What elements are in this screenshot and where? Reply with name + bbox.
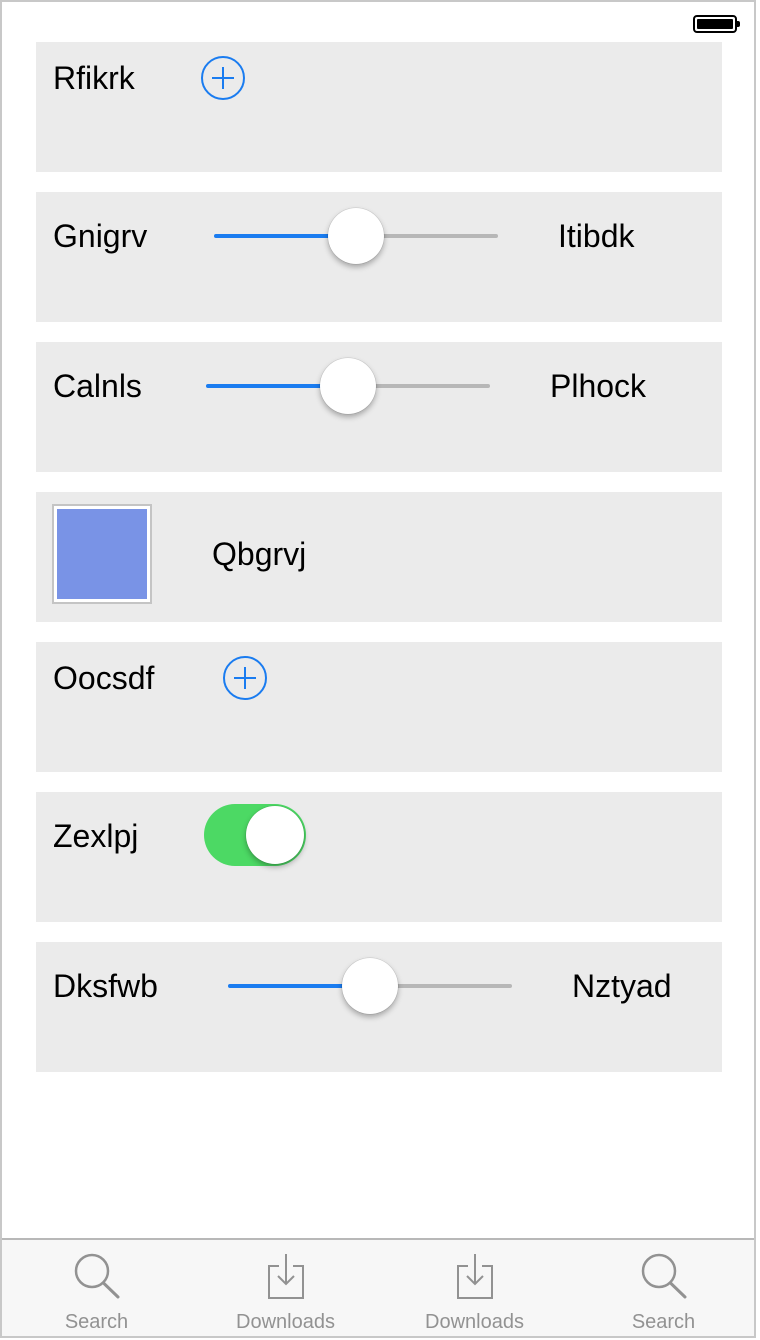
screen: Rfikrk Gnigrv Itibdk Calnls Plhock Qbgrv… bbox=[0, 0, 756, 1338]
slider[interactable] bbox=[214, 206, 498, 266]
add-circle-button[interactable] bbox=[201, 56, 245, 100]
slider[interactable] bbox=[228, 956, 512, 1016]
tab-label: Downloads bbox=[236, 1311, 335, 1333]
tab-search[interactable]: Search bbox=[2, 1240, 191, 1336]
row-label: Gnigrv bbox=[53, 218, 148, 254]
downloads-icon bbox=[456, 1254, 493, 1299]
toggle-switch[interactable] bbox=[204, 804, 306, 866]
tab-downloads-2[interactable]: Downloads bbox=[380, 1240, 569, 1336]
row-calnls: Calnls Plhock bbox=[36, 342, 722, 472]
battery-icon bbox=[693, 15, 740, 33]
row-label: Oocsdf bbox=[53, 660, 155, 696]
tab-bar: Search Downloads Downloads Search bbox=[2, 1238, 754, 1336]
add-circle-button[interactable] bbox=[223, 656, 267, 700]
row-gnigrv: Gnigrv Itibdk bbox=[36, 192, 722, 322]
row-label: Calnls bbox=[53, 368, 142, 404]
row-oocsdf: Oocsdf bbox=[36, 642, 722, 772]
row-dksfwb: Dksfwb Nztyad bbox=[36, 942, 722, 1072]
tab-label: Downloads bbox=[425, 1311, 524, 1333]
slider[interactable] bbox=[206, 356, 490, 416]
slider-thumb[interactable] bbox=[342, 958, 398, 1014]
row-label: Rfikrk bbox=[53, 60, 135, 96]
search-icon bbox=[641, 1253, 686, 1299]
color-swatch-well[interactable] bbox=[52, 504, 152, 604]
row-rfikrk: Rfikrk bbox=[36, 42, 722, 172]
row-zexlpj: Zexlpj bbox=[36, 792, 722, 922]
tab-downloads[interactable]: Downloads bbox=[191, 1240, 380, 1336]
row-label: Zexlpj bbox=[53, 818, 139, 854]
row-label: Qbgrvj bbox=[212, 536, 307, 572]
slider-max-label: Itibdk bbox=[558, 218, 635, 254]
tab-label: Search bbox=[64, 1311, 129, 1333]
slider-thumb[interactable] bbox=[328, 208, 384, 264]
color-swatch bbox=[57, 509, 147, 599]
row-qbgrvj: Qbgrvj bbox=[36, 492, 722, 622]
tab-label: Search bbox=[631, 1311, 696, 1333]
tab-search-2[interactable]: Search bbox=[569, 1240, 754, 1336]
toggle-knob bbox=[246, 806, 304, 864]
row-label: Dksfwb bbox=[53, 968, 158, 1004]
search-icon bbox=[74, 1253, 119, 1299]
slider-max-label: Nztyad bbox=[572, 968, 672, 1004]
slider-max-label: Plhock bbox=[550, 368, 647, 404]
slider-thumb[interactable] bbox=[320, 358, 376, 414]
downloads-icon bbox=[267, 1254, 304, 1299]
